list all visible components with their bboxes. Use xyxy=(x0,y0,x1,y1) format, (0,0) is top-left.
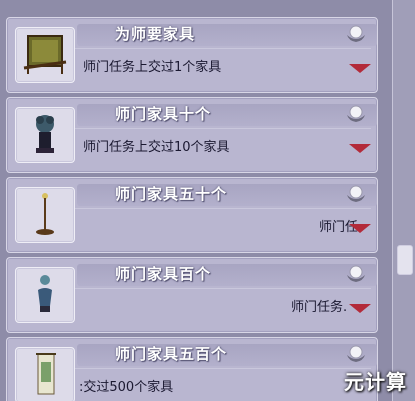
task-desc: 师门任务. xyxy=(291,300,348,315)
task-desc: 师门任务上交过1个家具 xyxy=(83,60,222,75)
vase-icon xyxy=(15,267,75,323)
task-title: 师门家具五十个 xyxy=(115,185,228,203)
plant-stand-icon xyxy=(15,107,75,163)
pearl-icon xyxy=(347,25,365,42)
task-card[interactable]: 师门家具百个 师门任务. xyxy=(6,257,378,333)
task-card[interactable]: 师门家具十个 师门任务上交过10个家具 xyxy=(6,97,378,173)
task-card[interactable]: 师门家具五百个 :交过500个家具 xyxy=(6,337,378,401)
expand-arrow-icon[interactable] xyxy=(349,64,371,73)
expand-arrow-icon[interactable] xyxy=(349,304,371,313)
pearl-icon xyxy=(347,345,365,362)
scrollbar[interactable] xyxy=(392,0,415,401)
expand-arrow-icon[interactable] xyxy=(349,224,371,233)
screen-furniture-icon xyxy=(15,27,75,83)
task-card[interactable]: 为师要家具 师门任务上交过1个家具 xyxy=(6,17,378,93)
scrollbar-thumb[interactable] xyxy=(397,245,413,275)
scroll-painting-icon xyxy=(15,347,75,401)
task-card[interactable]: 师门家具五十个 师门任 xyxy=(6,177,378,253)
lamp-stand-icon xyxy=(15,187,75,243)
pearl-icon xyxy=(347,185,365,202)
task-desc: :交过500个家具 xyxy=(79,380,174,395)
watermark: 元计算 xyxy=(344,370,407,394)
pearl-icon xyxy=(347,105,365,122)
task-title: 为师要家具 xyxy=(115,25,196,43)
task-desc: 师门任务上交过10个家具 xyxy=(83,140,230,155)
expand-arrow-icon[interactable] xyxy=(349,144,371,153)
achievement-list: 为师要家具 师门任务上交过1个家具 师门家具十个 师门任务上交过10个家具 师门… xyxy=(0,0,392,401)
task-title: 师门家具百个 xyxy=(115,265,212,283)
task-title: 师门家具五百个 xyxy=(115,345,228,363)
pearl-icon xyxy=(347,265,365,282)
task-title: 师门家具十个 xyxy=(115,105,212,123)
